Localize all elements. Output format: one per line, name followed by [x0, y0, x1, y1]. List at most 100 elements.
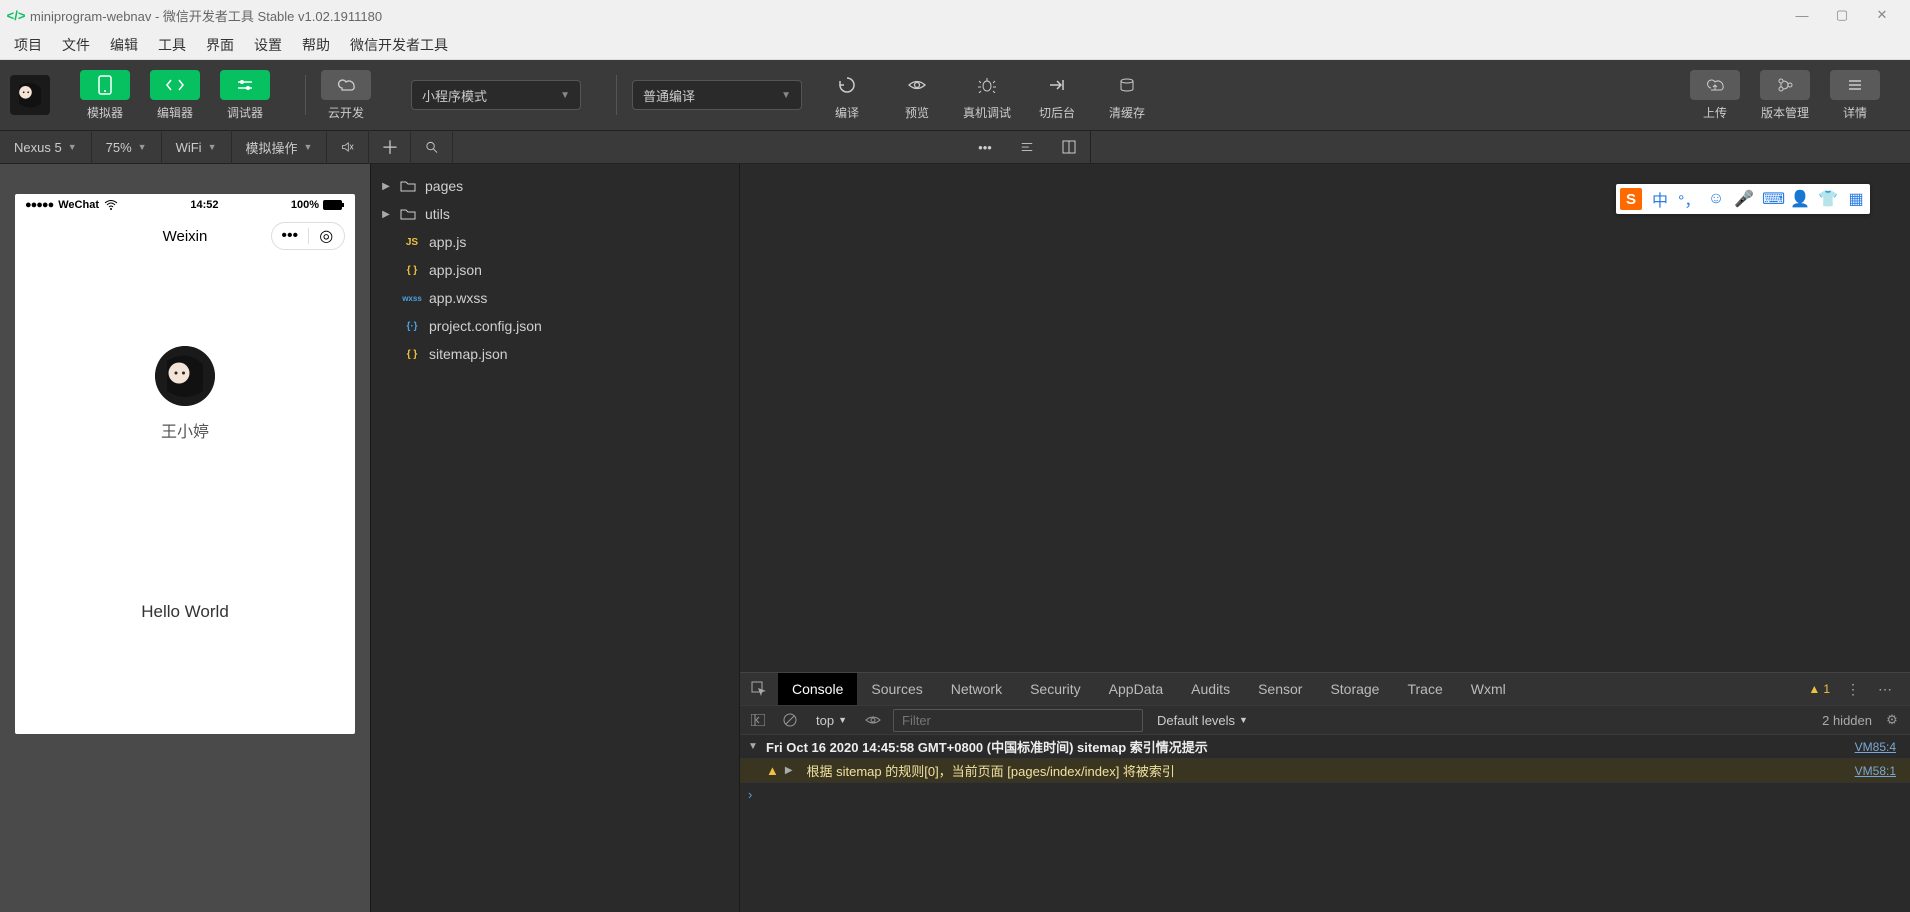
levels-select[interactable]: Default levels ▼ — [1151, 711, 1254, 730]
file-sitemap-json[interactable]: { }sitemap.json — [371, 340, 739, 368]
capsule-button[interactable]: ••• ◎ — [271, 222, 345, 250]
console-sidebar-icon[interactable] — [746, 708, 770, 732]
console-warning-line[interactable]: ▲ ▶ 根据 sitemap 的规则[0]，当前页面 [pages/index/… — [740, 759, 1910, 783]
mode-dropdown[interactable]: 小程序模式▼ — [411, 80, 581, 110]
user-avatar[interactable] — [10, 75, 50, 115]
console-toolbar: top ▼ Default levels ▼ 2 hidden ⚙ — [740, 705, 1910, 735]
cloud-dev-button[interactable] — [321, 70, 371, 100]
tab-sources[interactable]: Sources — [857, 673, 936, 705]
filter-input[interactable] — [893, 709, 1143, 732]
devtools-dock-icon[interactable]: ⋯ — [1872, 676, 1898, 702]
compile-button[interactable] — [822, 70, 872, 100]
folder-pages[interactable]: ▶pages — [371, 172, 739, 200]
split-button[interactable] — [1006, 130, 1048, 164]
tab-audits[interactable]: Audits — [1177, 673, 1244, 705]
phone-time: 14:52 — [190, 199, 218, 211]
ime-emoji-icon[interactable]: ☺ — [1706, 190, 1726, 208]
wifi-icon — [104, 200, 118, 210]
zoom-select[interactable]: 75%▼ — [92, 130, 162, 164]
devtools-more-icon[interactable]: ⋮ — [1840, 676, 1866, 702]
tab-security[interactable]: Security — [1016, 673, 1095, 705]
tab-trace[interactable]: Trace — [1393, 673, 1456, 705]
tab-storage[interactable]: Storage — [1316, 673, 1393, 705]
new-tab-button[interactable]: ＋ — [369, 130, 411, 164]
capsule-menu-icon[interactable]: ••• — [272, 227, 308, 245]
tab-sensor[interactable]: Sensor — [1244, 673, 1316, 705]
capsule-close-icon[interactable]: ◎ — [309, 226, 345, 246]
ime-skin-icon[interactable]: 👕 — [1818, 189, 1838, 209]
editor-toggle[interactable] — [150, 70, 200, 100]
element-picker-icon[interactable] — [746, 676, 772, 702]
ime-punct-icon[interactable]: °， — [1678, 187, 1698, 211]
simulator-toggle[interactable] — [80, 70, 130, 100]
phone-hello-text: Hello World — [141, 602, 229, 622]
search-button[interactable] — [411, 130, 453, 164]
window-maximize-button[interactable]: ▢ — [1822, 0, 1862, 30]
window-titlebar: </> miniprogram-webnav - 微信开发者工具 Stable … — [0, 0, 1910, 30]
menu-settings[interactable]: 设置 — [244, 31, 292, 59]
ime-toolbox-icon[interactable]: ▦ — [1846, 189, 1866, 209]
ime-toolbar[interactable]: S 中 °， ☺ 🎤 ⌨ 👤 👕 ▦ — [1616, 184, 1870, 214]
sogou-icon[interactable]: S — [1620, 188, 1642, 210]
upload-button[interactable] — [1690, 70, 1740, 100]
more-button[interactable]: ••• — [964, 130, 1006, 164]
compile-mode-dropdown[interactable]: 普通编译▼ — [632, 80, 802, 110]
ime-voice-icon[interactable]: 🎤 — [1734, 189, 1754, 209]
background-button[interactable] — [1032, 70, 1082, 100]
source-link[interactable]: VM58:1 — [1855, 764, 1902, 778]
clear-cache-button[interactable] — [1102, 70, 1152, 100]
tab-wxml[interactable]: Wxml — [1457, 673, 1520, 705]
detail-button[interactable] — [1830, 70, 1880, 100]
compile-label: 编译 — [835, 104, 859, 121]
clear-console-icon[interactable] — [778, 708, 802, 732]
console-output: ▼ Fri Oct 16 2020 14:45:58 GMT+0800 (中国标… — [740, 735, 1910, 912]
context-select[interactable]: top ▼ — [810, 711, 853, 730]
file-project-config[interactable]: {·}project.config.json — [371, 312, 739, 340]
file-app-json[interactable]: { }app.json — [371, 256, 739, 284]
source-link[interactable]: VM85:4 — [1855, 740, 1902, 754]
ime-login-icon[interactable]: 👤 — [1790, 189, 1810, 209]
live-expression-icon[interactable] — [861, 708, 885, 732]
network-select[interactable]: WiFi▼ — [162, 130, 232, 164]
debugger-toggle[interactable] — [220, 70, 270, 100]
window-close-button[interactable]: ✕ — [1862, 0, 1902, 30]
expand-icon[interactable]: ▶ — [785, 765, 797, 776]
menu-help[interactable]: 帮助 — [292, 31, 340, 59]
tab-console[interactable]: Console — [778, 673, 857, 705]
mute-button[interactable] — [327, 130, 369, 164]
window-minimize-button[interactable]: ― — [1782, 0, 1822, 30]
folder-utils[interactable]: ▶utils — [371, 200, 739, 228]
toolbar-separator — [305, 75, 306, 115]
device-select[interactable]: Nexus 5▼ — [0, 130, 92, 164]
layout-button[interactable] — [1048, 130, 1090, 164]
tab-appdata[interactable]: AppData — [1095, 673, 1177, 705]
ime-lang-icon[interactable]: 中 — [1650, 187, 1670, 211]
mode-value: 小程序模式 — [422, 86, 487, 105]
collapse-icon[interactable]: ▼ — [748, 741, 760, 752]
chevron-down-icon: ▼ — [781, 90, 791, 101]
ime-keyboard-icon[interactable]: ⌨ — [1762, 189, 1782, 209]
json-file-icon: { } — [401, 265, 423, 276]
debugger-label: 调试器 — [227, 104, 263, 121]
folder-icon — [397, 208, 419, 220]
console-settings-icon[interactable]: ⚙ — [1880, 708, 1904, 732]
menu-wx-devtools[interactable]: 微信开发者工具 — [340, 31, 458, 59]
menu-project[interactable]: 项目 — [4, 31, 52, 59]
warning-icon: ▲ — [1808, 682, 1820, 696]
version-button[interactable] — [1760, 70, 1810, 100]
signal-icon: ●●●●● — [25, 199, 53, 211]
file-app-wxss[interactable]: wxssapp.wxss — [371, 284, 739, 312]
sim-ops-select[interactable]: 模拟操作▼ — [232, 130, 328, 164]
menu-ui[interactable]: 界面 — [196, 31, 244, 59]
menu-tools[interactable]: 工具 — [148, 31, 196, 59]
warning-badge[interactable]: ▲1 — [1808, 682, 1830, 696]
tab-network[interactable]: Network — [937, 673, 1016, 705]
config-file-icon: {·} — [401, 321, 423, 332]
remote-debug-button[interactable] — [962, 70, 1012, 100]
file-app-js[interactable]: JSapp.js — [371, 228, 739, 256]
console-prompt[interactable]: › — [740, 783, 1910, 806]
menu-file[interactable]: 文件 — [52, 31, 100, 59]
menu-edit[interactable]: 编辑 — [100, 31, 148, 59]
preview-button[interactable] — [892, 70, 942, 100]
console-group-header[interactable]: ▼ Fri Oct 16 2020 14:45:58 GMT+0800 (中国标… — [740, 735, 1910, 759]
